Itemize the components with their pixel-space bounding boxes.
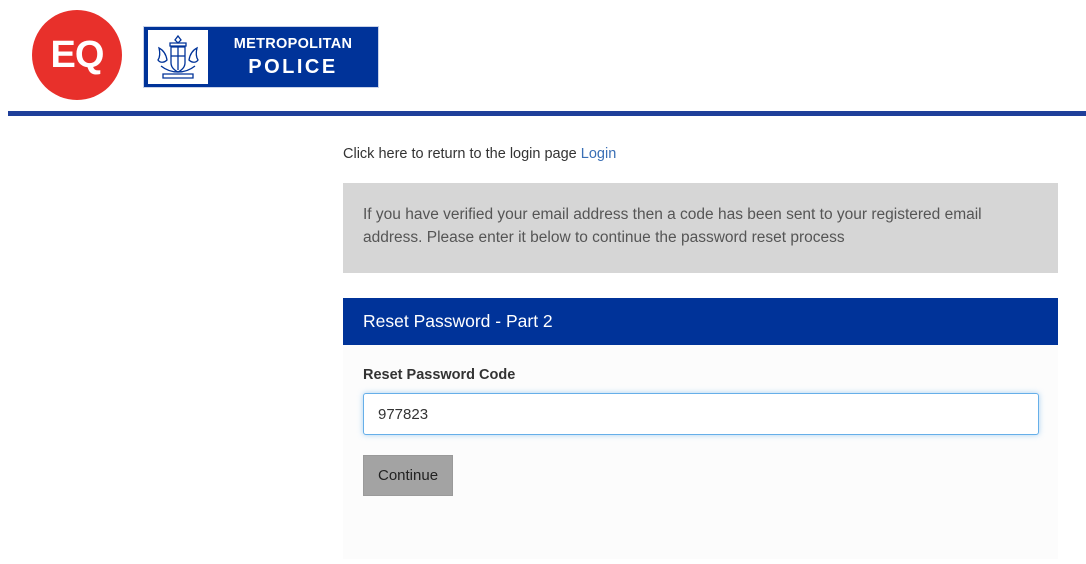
police-crest-icon bbox=[148, 30, 208, 84]
eq-logo: EQ bbox=[32, 10, 122, 100]
reset-code-label: Reset Password Code bbox=[363, 367, 516, 383]
met-logo-text: METROPOLITAN POLICE bbox=[208, 37, 378, 77]
login-link[interactable]: Login bbox=[581, 146, 616, 162]
reset-code-input[interactable] bbox=[363, 393, 1039, 435]
info-notice: If you have verified your email address … bbox=[343, 183, 1058, 273]
header-divider bbox=[8, 111, 1086, 116]
notice-text: If you have verified your email address … bbox=[363, 206, 982, 246]
main-content: Click here to return to the login page L… bbox=[343, 140, 1058, 559]
panel-title: Reset Password - Part 2 bbox=[343, 298, 1058, 345]
met-logo-line1: METROPOLITAN bbox=[233, 36, 353, 53]
reset-password-panel: Reset Password - Part 2 Reset Password C… bbox=[343, 298, 1058, 559]
return-text: Click here to return to the login page bbox=[343, 146, 577, 162]
continue-button[interactable]: Continue bbox=[363, 455, 454, 496]
met-logo-line2: POLICE bbox=[248, 55, 338, 78]
panel-body: Reset Password Code Continue bbox=[343, 345, 1058, 496]
metropolitan-police-logo: METROPOLITAN POLICE bbox=[143, 26, 379, 88]
return-to-login: Click here to return to the login page L… bbox=[343, 146, 1058, 162]
eq-logo-text: EQ bbox=[50, 33, 105, 76]
